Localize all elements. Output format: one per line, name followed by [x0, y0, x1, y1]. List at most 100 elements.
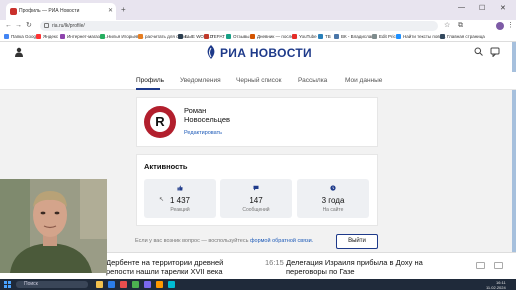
logout-button[interactable]: Выйти [336, 234, 378, 249]
bookmark-label: Яндекс [43, 34, 59, 39]
bookmark-label: ТВ [325, 34, 331, 39]
bookmark-item[interactable]: Папка Google [4, 34, 40, 39]
bookmark-item[interactable]: Дневник — после... [250, 34, 297, 39]
bookmark-favicon-icon [226, 34, 231, 39]
bookmark-item[interactable]: Найти тексты повс... [396, 34, 446, 39]
edit-profile-link[interactable]: Редактировать [184, 130, 222, 136]
edge-icon[interactable] [108, 281, 115, 288]
feedback-form-link[interactable]: формой обратной связи. [250, 238, 313, 244]
tab-title: Профиль — РИА Новости [19, 8, 80, 14]
bookmarks-bar: Папка Google Яндекс Интернет-магазин... Нил… [0, 32, 516, 42]
bookmark-item[interactable]: Нилья Игорьевна [100, 34, 143, 39]
bookmark-favicon-icon [318, 34, 323, 39]
profile-first-name: Роман [184, 106, 207, 115]
bookmark-favicon-icon [396, 34, 401, 39]
forward-icon[interactable]: → [15, 22, 22, 30]
mouse-cursor-icon: ↖ [159, 197, 165, 203]
system-clock[interactable]: 16:11 11.02.2024 [486, 280, 506, 290]
tab-notifications[interactable]: Уведомления [180, 77, 221, 84]
site-logo-text[interactable]: РИА НОВОСТИ [220, 46, 312, 60]
comments-icon[interactable] [490, 47, 500, 57]
browser-tab-active[interactable]: Профиль — РИА Новости ✕ [6, 3, 116, 20]
extensions-icon[interactable]: ⧉ [458, 22, 463, 30]
bookmark-item[interactable]: ТЕРАТ [204, 34, 225, 39]
app-icon[interactable] [156, 281, 163, 288]
bookmark-favicon-icon [36, 34, 41, 39]
bookmark-item[interactable]: YouTube [292, 34, 317, 39]
ticker-minimize-icon[interactable] [476, 262, 485, 269]
news-item-2-line-2[interactable]: переговоры по Газе [286, 267, 355, 276]
maximize-icon[interactable]: ☐ [479, 4, 485, 12]
lock-icon [44, 23, 49, 28]
bookmark-favicon-icon [334, 34, 339, 39]
address-bar-row: ← → ↻ ria.ru/lk/profile/ ☆ ⧉ ⋮ [0, 20, 516, 32]
bookmark-favicon-icon [4, 34, 9, 39]
webcam-overlay [0, 179, 107, 273]
close-window-icon[interactable]: ✕ [500, 4, 506, 12]
bookmark-item[interactable]: ТВ [318, 34, 331, 39]
new-tab-icon[interactable]: + [121, 5, 126, 14]
tab-newsletter[interactable]: Рассылка [298, 77, 327, 84]
bookmark-favicon-icon [250, 34, 255, 39]
ticker-expand-icon[interactable] [494, 262, 503, 269]
bookmark-label: ТЕРАТ [211, 34, 225, 39]
star-icon[interactable]: ☆ [444, 22, 450, 30]
bookmark-item[interactable]: Отзывы [226, 34, 249, 39]
taskbar-search-placeholder: Поиск [24, 281, 38, 287]
tab-my-data[interactable]: Мои данные [345, 77, 382, 84]
back-icon[interactable]: ← [5, 22, 12, 30]
bookmark-favicon-icon [292, 34, 297, 39]
url-input[interactable]: ria.ru/lk/profile/ [40, 21, 438, 31]
bookmark-favicon-icon [440, 34, 445, 39]
close-tab-icon[interactable]: ✕ [108, 7, 113, 14]
feedback-note: Если у вас возник вопрос — воспользуйтес… [135, 238, 313, 244]
clock-icon [330, 185, 336, 191]
news-item-1-line-1[interactable]: Дербенте на территории древней [106, 258, 223, 267]
news-item-2-line-1[interactable]: Делегация Израиля прибыла в Доху на [286, 258, 423, 267]
news-item-2-time: 16:15 [265, 258, 284, 267]
yandex-icon[interactable] [120, 281, 127, 288]
bookmark-label: Главная страница [447, 34, 485, 39]
user-icon[interactable] [14, 47, 24, 57]
news-item-1-line-2[interactable]: репости нашли тарелки XVII века [106, 267, 223, 276]
file-explorer-icon[interactable] [96, 281, 103, 288]
bookmark-label: Отзывы [233, 34, 250, 39]
stat-label: Реакций [170, 207, 190, 213]
speech-bubble-icon [253, 185, 259, 191]
stat-label: На сайте [322, 207, 344, 213]
bookmark-favicon-icon [178, 34, 183, 39]
stat-label: Сообщений [242, 207, 270, 213]
stat-reactions: 1 437 Реакций [144, 179, 216, 218]
bookmark-favicon-icon [100, 34, 105, 39]
bookmark-item[interactable]: Яндекс [36, 34, 58, 39]
browser-menu-icon[interactable]: ⋮ [507, 22, 514, 30]
bookmark-favicon-icon [204, 34, 209, 39]
windows-taskbar: Поиск 16:11 11.02.2024 [0, 279, 516, 290]
tab-profile[interactable]: Профиль [136, 77, 164, 84]
clock-date: 11.02.2024 [486, 285, 506, 290]
url-text: ria.ru/lk/profile/ [52, 23, 85, 29]
active-tab-underline [136, 88, 160, 90]
bookmark-item[interactable]: ВК - Владислав... [334, 34, 377, 39]
feedback-note-text: Если у вас возник вопрос — воспользуйтес… [135, 238, 249, 244]
bookmark-favicon-icon [138, 34, 143, 39]
reload-icon[interactable]: ↻ [26, 22, 32, 30]
app-icon[interactable] [168, 281, 175, 288]
minimize-icon[interactable]: — [458, 4, 465, 11]
profile-last-name: Новосельцев [184, 115, 230, 124]
ria-logo-icon[interactable] [205, 45, 217, 59]
bookmark-favicon-icon [60, 34, 65, 39]
avatar-letter: R [150, 112, 170, 132]
webcam-person-image [0, 179, 107, 273]
windows-start-icon[interactable] [4, 281, 11, 288]
thumbs-up-icon [177, 185, 183, 191]
app-icon[interactable] [144, 281, 151, 288]
stat-on-site: 3 года На сайте [297, 179, 369, 218]
search-icon[interactable] [474, 47, 483, 56]
chrome-icon[interactable] [132, 281, 139, 288]
stat-value: 147 [249, 196, 263, 205]
tab-blacklist[interactable]: Черный список [236, 77, 281, 84]
bookmark-item[interactable]: Главная страница [440, 34, 485, 39]
stat-value: 3 года [321, 196, 345, 205]
browser-profile-avatar[interactable] [496, 22, 504, 30]
